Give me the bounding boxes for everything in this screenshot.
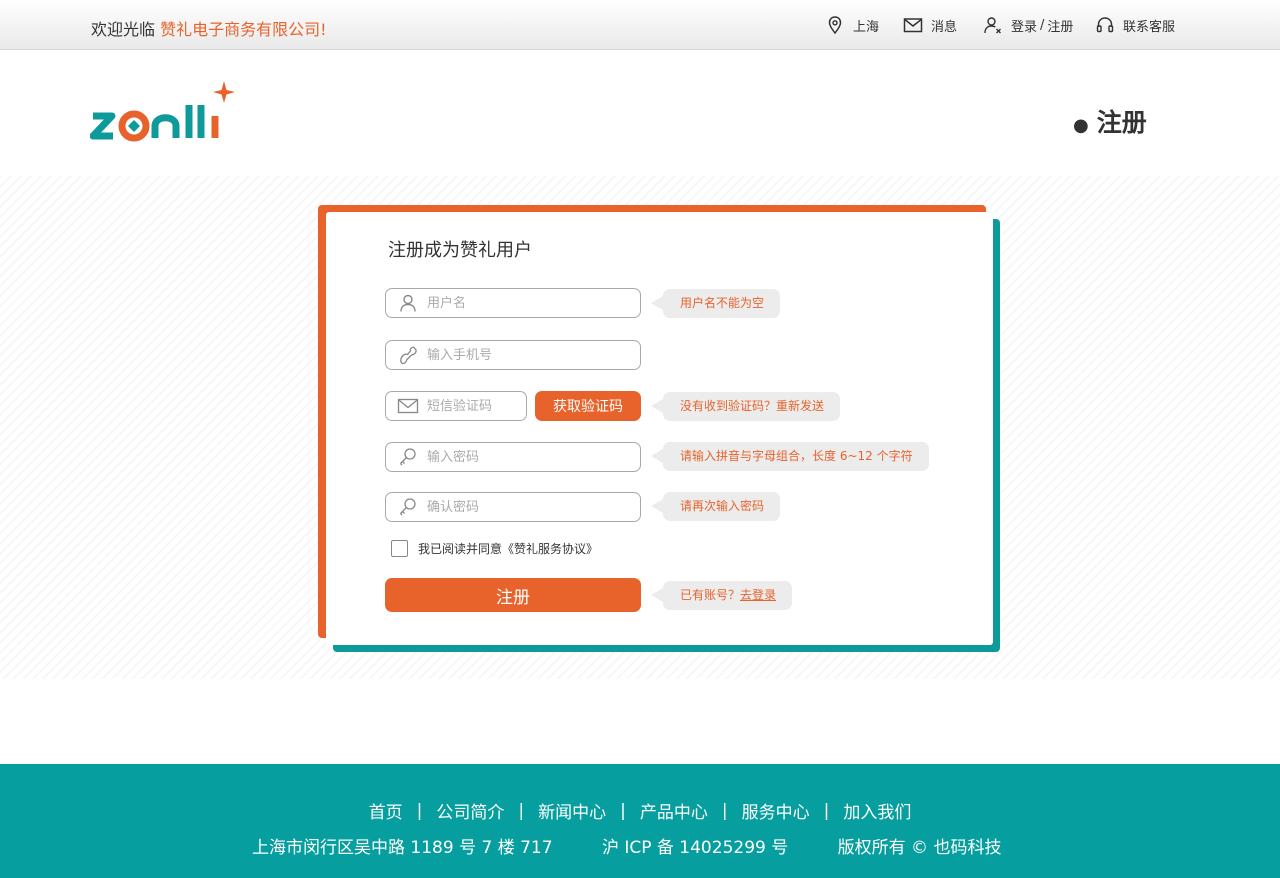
footer-link-home[interactable]: 首页 [369, 798, 403, 823]
location-pin-icon [828, 16, 842, 35]
username-field[interactable] [385, 288, 641, 318]
key-icon [400, 448, 416, 466]
messages-label: 消息 [931, 19, 958, 35]
location-label: 上海 [853, 19, 880, 35]
messages-link[interactable]: 消息 [903, 0, 957, 50]
footer-separator: | [823, 800, 830, 821]
footer-separator: | [518, 800, 525, 821]
envelope-icon [903, 18, 923, 33]
footer-separator: | [721, 800, 728, 821]
location-link[interactable]: 上海 [825, 0, 879, 50]
phone-field[interactable] [385, 340, 641, 370]
login-tip: 已有账号？去登录 [650, 581, 793, 610]
footer-address: 上海市闵行区吴中路 1189 号 7 楼 717 [252, 838, 553, 858]
company-name: 赞礼电子商务有限公司! [160, 20, 327, 39]
footer-separator: | [620, 800, 626, 821]
form-title: 注册成为赞礼用户 [388, 240, 532, 261]
zenli-logo[interactable] [90, 78, 240, 144]
sms-code-field[interactable] [385, 391, 527, 421]
go-login-link[interactable]: 去登录 [740, 588, 776, 602]
footer-link-about[interactable]: 公司简介 [436, 798, 504, 823]
password-tip: 请输入拼音与字母组合，长度 6~12 个字符 [651, 442, 929, 471]
headset-icon [1096, 17, 1114, 33]
login-label[interactable]: 登录 [1011, 16, 1037, 35]
password-input[interactable] [427, 449, 577, 465]
footer-link-products[interactable]: 产品中心 [640, 798, 708, 823]
agreement-checkbox[interactable] [391, 540, 408, 557]
service-label: 联系客服 [1123, 19, 1176, 35]
login-register-link[interactable]: 登录 / 注册 [983, 0, 1073, 50]
footer-link-join[interactable]: 加入我们 [843, 798, 911, 823]
sms-tip: 没有收到验证码？重新发送 [650, 392, 841, 421]
footer-link-services[interactable]: 服务中心 [742, 798, 810, 823]
key-icon [400, 498, 416, 516]
footer-copyright: 版权所有 © 也码科技 [837, 838, 1002, 858]
confirm-password-input[interactable] [427, 499, 577, 515]
footer-nav: 首页 | 公司简介 | 新闻中心 | 产品中心 | 服务中心 | 加入我们 [0, 798, 1280, 824]
login-separator: / [1040, 17, 1045, 33]
confirm-password-field[interactable] [385, 492, 641, 522]
register-button[interactable]: 注册 [385, 578, 641, 612]
agreement-text[interactable]: 我已阅读并同意《赞礼服务协议》 [418, 540, 598, 557]
top-bar: 欢迎光临 赞礼电子商务有限公司! 上海 消息 登录 / 注册 联系客服 [0, 0, 1280, 50]
user-icon [400, 294, 416, 312]
get-sms-code-button[interactable]: 获取验证码 [535, 391, 641, 421]
confirm-password-tip: 请再次输入密码 [650, 492, 781, 521]
customer-service-link[interactable]: 联系客服 [1095, 0, 1175, 50]
footer-link-news[interactable]: 新闻中心 [538, 798, 606, 823]
password-field[interactable] [385, 442, 641, 472]
agreement-row[interactable]: 我已阅读并同意《赞礼服务协议》 [391, 540, 598, 557]
phone-icon [400, 346, 417, 365]
register-form: 注册成为赞礼用户 用户名不能为空 获取验证码 没有收到验证码？重新发送 请输入拼… [326, 212, 993, 645]
welcome-text: 欢迎光临 赞礼电子商务有限公司! [91, 20, 327, 39]
title-dot: ● [1073, 115, 1089, 136]
footer-separator: | [416, 800, 423, 821]
page-title: ● 注册 [1073, 108, 1147, 137]
footer-info: 上海市闵行区吴中路 1189 号 7 楼 717 沪 ICP 备 1402529… [252, 833, 1045, 858]
footer-icp: 沪 ICP 备 14025299 号 [601, 838, 789, 858]
username-input[interactable] [427, 295, 577, 311]
phone-input[interactable] [427, 347, 577, 363]
username-tip: 用户名不能为空 [650, 289, 781, 318]
register-label[interactable]: 注册 [1047, 16, 1073, 35]
sms-code-input[interactable] [427, 398, 517, 414]
user-icon [984, 17, 1001, 34]
envelope-icon [397, 398, 419, 414]
resend-link[interactable]: 重新发送 [776, 399, 824, 413]
footer: 首页 | 公司简介 | 新闻中心 | 产品中心 | 服务中心 | 加入我们 上海… [0, 764, 1280, 878]
